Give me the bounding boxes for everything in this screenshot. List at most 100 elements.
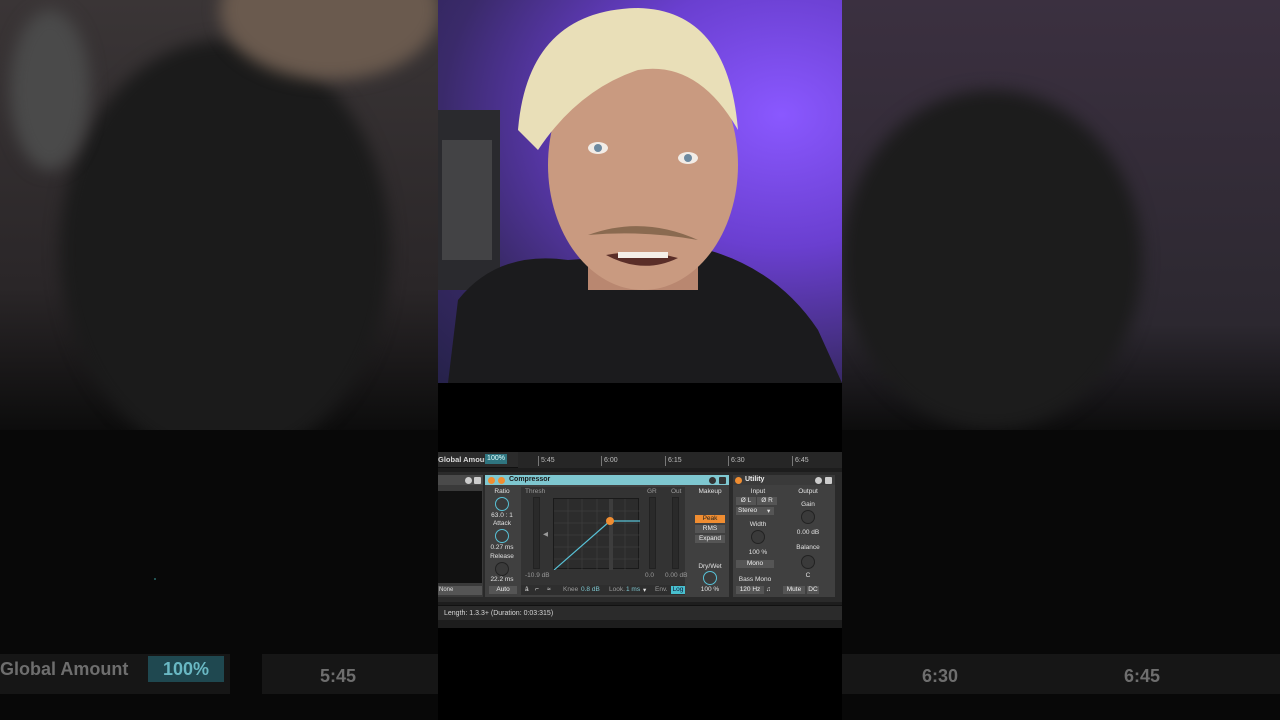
- sidechain-toggle-icon[interactable]: [498, 476, 505, 484]
- arrangement-top-bar: Global Amount 100% 5:45 6:00 6:15 6:30 6…: [438, 452, 842, 468]
- sidechain-listen-icon[interactable]: ≈: [547, 586, 551, 593]
- attack-knob[interactable]: [495, 529, 509, 543]
- gain-reduction-meter: [649, 497, 656, 569]
- utility-title: Utility: [745, 476, 765, 483]
- hoodie-blur-shape-right: [842, 90, 1142, 430]
- transfer-curve-svg: [553, 499, 640, 571]
- transfer-curve-graph[interactable]: [553, 498, 640, 571]
- envelope-log-button[interactable]: Log: [671, 586, 685, 594]
- gr-value: 0.0: [645, 572, 655, 579]
- mic-blur-shape: [10, 10, 90, 170]
- rms-mode-button[interactable]: RMS: [695, 525, 725, 533]
- global-amount-value[interactable]: 100%: [485, 454, 507, 464]
- attack-value[interactable]: 0.27 ms: [485, 544, 519, 551]
- gr-label: GR: [647, 488, 657, 495]
- center-column: Global Amount 100% 5:45 6:00 6:15 6:30 6…: [438, 0, 842, 720]
- left-device: None: [438, 475, 483, 597]
- timeline-tick: 6:15: [665, 456, 682, 466]
- mute-button[interactable]: Mute: [783, 586, 805, 594]
- channel-mode-dropdown-icon[interactable]: ▾: [767, 507, 770, 515]
- expand-mode-button[interactable]: Expand: [695, 535, 725, 543]
- timeline-tick: 5:45: [538, 456, 555, 466]
- ratio-label: Ratio: [494, 488, 510, 495]
- lookahead-value[interactable]: 1 ms: [626, 586, 640, 593]
- balance-label: Balance: [796, 544, 820, 551]
- drywet-knob[interactable]: [703, 571, 717, 585]
- thresh-label: Thresh: [525, 488, 546, 495]
- knee-value[interactable]: 0.8 dB: [581, 586, 600, 593]
- device-on-icon[interactable]: [488, 476, 495, 484]
- bass-mono-button[interactable]: Bass Mono: [733, 576, 777, 583]
- hoodie-blur-shape: [60, 40, 390, 460]
- bg-tick-630: 6:30: [922, 666, 959, 686]
- ratio-knob[interactable]: [495, 497, 509, 511]
- utility-device: Utility Input Ø L Ø R Stereo ▾ Width 100…: [733, 475, 835, 597]
- ableton-device-panel: Global Amount 100% 5:45 6:00 6:15 6:30 6…: [438, 452, 842, 628]
- phase-invert-right-button[interactable]: Ø R: [757, 497, 777, 505]
- sparkle: [154, 578, 156, 580]
- input-label: Input: [750, 488, 766, 495]
- mono-button[interactable]: Mono: [736, 560, 774, 568]
- timeline-tick: 6:00: [601, 456, 618, 466]
- status-text: Length: 1.3.3+ (Duration: 0:03:315): [444, 610, 554, 617]
- balance-value[interactable]: C: [783, 572, 833, 579]
- drywet-value[interactable]: 100 %: [691, 586, 729, 593]
- gain-value[interactable]: 0.00 dB: [783, 529, 833, 536]
- drywet-label: Dry/Wet: [698, 563, 722, 570]
- headphone-icon[interactable]: ♫: [766, 586, 771, 593]
- save-preset-icon[interactable]: [719, 476, 726, 484]
- width-value[interactable]: 100 %: [733, 549, 783, 556]
- release-knob[interactable]: [495, 562, 509, 576]
- background-left-blur: Global Amount 100% 5:45: [0, 0, 438, 720]
- save-preset-icon[interactable]: [825, 476, 832, 484]
- width-knob[interactable]: [751, 530, 765, 544]
- bg-global-amount-value: 100%: [148, 656, 224, 682]
- phase-invert-left-button[interactable]: Ø L: [736, 497, 756, 505]
- save-preset-icon[interactable]: [474, 476, 481, 484]
- curve-icon[interactable]: ⌐: [535, 586, 539, 593]
- knee-label: Knee: [563, 586, 579, 593]
- hot-swap-icon[interactable]: [709, 476, 716, 484]
- lookahead-dropdown-icon[interactable]: ▾: [643, 586, 646, 594]
- bg-global-amount-bar: Global Amount 100%: [0, 654, 230, 694]
- out-label: Out: [671, 488, 682, 495]
- output-label: Output: [798, 488, 818, 495]
- timeline-tick: 6:30: [728, 456, 745, 466]
- status-bar: Length: 1.3.3+ (Duration: 0:03:315): [438, 605, 842, 620]
- webcam-video: [438, 0, 842, 383]
- presenter-illustration: [438, 8, 842, 383]
- device-on-icon[interactable]: [735, 476, 742, 484]
- bg-global-amount-label: Global Amount: [0, 659, 129, 679]
- threshold-handle[interactable]: [606, 517, 614, 525]
- hot-swap-icon[interactable]: [465, 476, 472, 484]
- device-chain: None Compressor Ratio 63.0 : 1 Attack 0.…: [438, 472, 842, 602]
- timeline-ruler[interactable]: 5:45 6:00 6:15 6:30 6:45: [518, 452, 842, 468]
- thresh-value[interactable]: -10.9 dB: [525, 572, 550, 579]
- makeup-label[interactable]: Makeup: [691, 488, 729, 495]
- compressor-title-bar[interactable]: Compressor: [485, 475, 729, 485]
- utility-title-bar[interactable]: Utility: [733, 475, 835, 485]
- out-value[interactable]: 0.00 dB: [665, 572, 687, 579]
- dc-button[interactable]: DC: [807, 586, 819, 594]
- threshold-meter[interactable]: [533, 497, 540, 569]
- release-value[interactable]: 22.2 ms: [485, 576, 519, 583]
- lookahead-label: Look.: [609, 586, 625, 593]
- activity-icon[interactable]: â: [525, 586, 529, 593]
- global-amount-label: Global Amount: [438, 455, 492, 464]
- gain-knob[interactable]: [801, 510, 815, 524]
- compressor-title: Compressor: [509, 476, 551, 483]
- bass-mono-freq[interactable]: 120 Hz: [736, 586, 764, 594]
- left-device-none-chooser[interactable]: None: [438, 586, 482, 595]
- hot-swap-icon[interactable]: [815, 476, 822, 484]
- release-label: Release: [490, 553, 514, 560]
- auto-release-button[interactable]: Auto: [489, 586, 517, 594]
- output-meter[interactable]: [672, 497, 679, 569]
- peak-mode-button[interactable]: Peak: [695, 515, 725, 523]
- bg-tick-545: 5:45: [320, 666, 357, 686]
- ratio-value[interactable]: 63.0 : 1: [485, 512, 519, 519]
- compressor-device: Compressor Ratio 63.0 : 1 Attack 0.27 ms…: [485, 475, 729, 597]
- balance-knob[interactable]: [801, 555, 815, 569]
- left-device-display: [438, 491, 482, 583]
- width-label: Width: [749, 521, 767, 528]
- bg-tick-645: 6:45: [1124, 666, 1161, 686]
